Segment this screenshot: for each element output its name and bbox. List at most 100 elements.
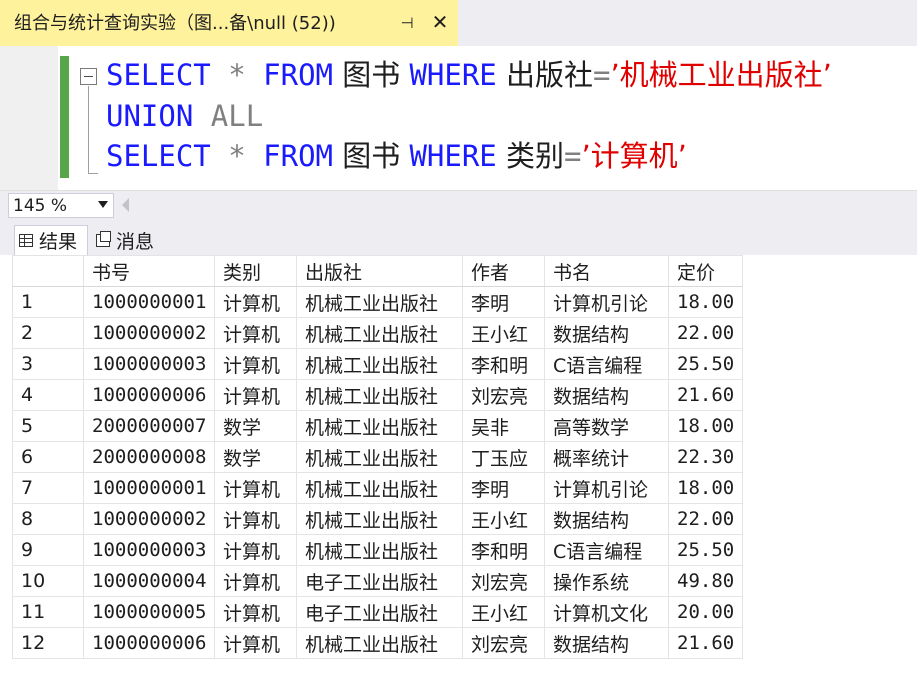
table-cell[interactable]: 计算机文化 <box>544 596 669 628</box>
table-cell[interactable]: 计算机 <box>214 379 297 411</box>
table-cell[interactable]: 2000000007 <box>83 410 215 442</box>
table-row[interactable]: 1 1000000001 计算机 机械工业出版社 李明 计算机引论 18.00 <box>12 286 743 318</box>
table-cell[interactable]: 计算机 <box>214 348 297 380</box>
table-cell[interactable]: 数据结构 <box>544 379 669 411</box>
row-number-cell[interactable]: 5 <box>12 410 84 442</box>
table-cell[interactable]: 计算机引论 <box>544 472 669 504</box>
table-cell[interactable]: 1000000001 <box>83 286 215 318</box>
table-cell[interactable]: 数学 <box>214 441 297 473</box>
row-number-cell[interactable]: 1 <box>12 286 84 318</box>
row-number-cell[interactable]: 8 <box>12 503 84 535</box>
collapse-icon[interactable] <box>80 68 97 85</box>
table-cell[interactable]: 王小红 <box>462 317 545 349</box>
table-cell[interactable]: 计算机 <box>214 596 297 628</box>
table-cell[interactable]: 机械工业出版社 <box>296 379 463 411</box>
table-row[interactable]: 4 1000000006 计算机 机械工业出版社 刘宏亮 数据结构 21.60 <box>12 379 743 411</box>
row-number-cell[interactable]: 3 <box>12 348 84 380</box>
table-cell[interactable]: 21.60 <box>668 627 743 659</box>
table-cell[interactable]: C语言编程 <box>544 348 669 380</box>
query-document-tab[interactable]: 组合与统计查询实验（图...备\null (52)) ⊣ ✕ <box>0 0 458 46</box>
table-cell[interactable]: 21.60 <box>668 379 743 411</box>
table-cell[interactable]: 机械工业出版社 <box>296 286 463 318</box>
table-row[interactable]: 11 1000000005 计算机 电子工业出版社 王小红 计算机文化 20.00 <box>12 596 743 628</box>
table-cell[interactable]: 李明 <box>462 472 545 504</box>
table-cell[interactable]: 1000000002 <box>83 503 215 535</box>
tab-results[interactable]: 结果 <box>14 225 88 255</box>
table-cell[interactable]: 计算机 <box>214 317 297 349</box>
sql-editor[interactable]: SELECT * FROM 图书 WHERE 出版社=’机械工业出版社’ UNI… <box>0 46 917 190</box>
table-cell[interactable]: 计算机 <box>214 286 297 318</box>
table-cell[interactable]: 操作系统 <box>544 565 669 597</box>
table-cell[interactable]: 丁玉应 <box>462 441 545 473</box>
table-row[interactable]: 2 1000000002 计算机 机械工业出版社 王小红 数据结构 22.00 <box>12 317 743 349</box>
table-row[interactable]: 7 1000000001 计算机 机械工业出版社 李明 计算机引论 18.00 <box>12 472 743 504</box>
table-row[interactable]: 8 1000000002 计算机 机械工业出版社 王小红 数据结构 22.00 <box>12 503 743 535</box>
table-cell[interactable]: 计算机 <box>214 472 297 504</box>
column-header[interactable]: 书名 <box>544 255 669 287</box>
row-number-cell[interactable]: 10 <box>12 565 84 597</box>
table-cell[interactable]: 李和明 <box>462 534 545 566</box>
table-cell[interactable]: 49.80 <box>668 565 743 597</box>
table-cell[interactable]: 计算机 <box>214 565 297 597</box>
row-number-cell[interactable]: 2 <box>12 317 84 349</box>
code-line-1[interactable]: SELECT * FROM 图书 WHERE 出版社=’机械工业出版社’ <box>106 55 832 95</box>
table-cell[interactable]: 计算机引论 <box>544 286 669 318</box>
table-cell[interactable]: 1000000002 <box>83 317 215 349</box>
table-cell[interactable]: 25.50 <box>668 534 743 566</box>
table-cell[interactable]: 数据结构 <box>544 627 669 659</box>
table-cell[interactable]: C语言编程 <box>544 534 669 566</box>
column-header[interactable]: 定价 <box>668 255 743 287</box>
table-cell[interactable]: 1000000006 <box>83 379 215 411</box>
table-cell[interactable]: 刘宏亮 <box>462 379 545 411</box>
table-cell[interactable]: 1000000006 <box>83 627 215 659</box>
table-cell[interactable]: 机械工业出版社 <box>296 472 463 504</box>
table-cell[interactable]: 李明 <box>462 286 545 318</box>
table-cell[interactable]: 1000000001 <box>83 472 215 504</box>
row-number-cell[interactable]: 9 <box>12 534 84 566</box>
column-header[interactable]: 类别 <box>214 255 297 287</box>
table-cell[interactable]: 18.00 <box>668 286 743 318</box>
row-number-cell[interactable]: 7 <box>12 472 84 504</box>
results-grid[interactable]: 书号 类别 出版社 作者 书名 定价 1 1000000001 计算机 机械工业出版社… <box>0 255 917 675</box>
column-header[interactable]: 作者 <box>462 255 545 287</box>
column-header[interactable]: 出版社 <box>296 255 463 287</box>
table-cell[interactable]: 机械工业出版社 <box>296 503 463 535</box>
table-row[interactable]: 12 1000000006 计算机 机械工业出版社 刘宏亮 数据结构 21.60 <box>12 627 743 659</box>
table-cell[interactable]: 机械工业出版社 <box>296 534 463 566</box>
table-cell[interactable]: 22.00 <box>668 317 743 349</box>
table-row[interactable]: 3 1000000003 计算机 机械工业出版社 李和明 C语言编程 25.50 <box>12 348 743 380</box>
table-cell[interactable]: 计算机 <box>214 627 297 659</box>
row-number-cell[interactable]: 12 <box>12 627 84 659</box>
table-cell[interactable]: 1000000003 <box>83 348 215 380</box>
chevron-down-icon[interactable] <box>98 201 108 208</box>
table-cell[interactable]: 机械工业出版社 <box>296 441 463 473</box>
table-cell[interactable]: 22.30 <box>668 441 743 473</box>
table-cell[interactable]: 20.00 <box>668 596 743 628</box>
close-icon[interactable]: ✕ <box>428 10 452 34</box>
table-cell[interactable]: 数据结构 <box>544 317 669 349</box>
row-number-cell[interactable]: 6 <box>12 441 84 473</box>
table-cell[interactable]: 22.00 <box>668 503 743 535</box>
scroll-left-icon[interactable] <box>122 198 129 212</box>
table-cell[interactable]: 电子工业出版社 <box>296 596 463 628</box>
table-cell[interactable]: 1000000003 <box>83 534 215 566</box>
table-cell[interactable]: 机械工业出版社 <box>296 410 463 442</box>
tab-messages[interactable]: 消息 <box>92 225 166 255</box>
table-cell[interactable]: 25.50 <box>668 348 743 380</box>
table-cell[interactable]: 计算机 <box>214 503 297 535</box>
table-cell[interactable]: 1000000005 <box>83 596 215 628</box>
table-cell[interactable]: 18.00 <box>668 410 743 442</box>
table-cell[interactable]: 计算机 <box>214 534 297 566</box>
pin-icon[interactable]: ⊣ <box>396 12 418 34</box>
column-header[interactable]: 书号 <box>83 255 215 287</box>
table-cell[interactable]: 机械工业出版社 <box>296 317 463 349</box>
zoom-select[interactable]: 145 % <box>8 193 114 218</box>
table-cell[interactable]: 机械工业出版社 <box>296 627 463 659</box>
table-cell[interactable]: 刘宏亮 <box>462 565 545 597</box>
code-line-3[interactable]: SELECT * FROM 图书 WHERE 类别=’计算机’ <box>106 136 687 176</box>
table-row[interactable]: 10 1000000004 计算机 电子工业出版社 刘宏亮 操作系统 49.80 <box>12 565 743 597</box>
table-cell[interactable]: 王小红 <box>462 596 545 628</box>
table-cell[interactable]: 电子工业出版社 <box>296 565 463 597</box>
table-cell[interactable]: 高等数学 <box>544 410 669 442</box>
table-cell[interactable]: 1000000004 <box>83 565 215 597</box>
